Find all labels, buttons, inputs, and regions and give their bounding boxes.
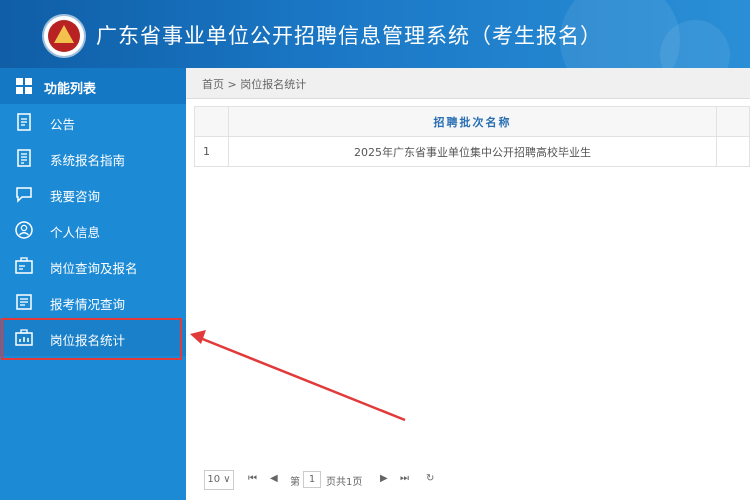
table-cell-extra	[716, 136, 750, 167]
sidebar-heading-label: 功能列表	[44, 82, 97, 97]
sidebar-item-label: 个人信息	[50, 225, 101, 240]
sidebar-item-personal-info[interactable]: 个人信息	[0, 212, 186, 248]
refresh-icon[interactable]: ↻	[426, 473, 434, 484]
person-icon	[15, 221, 33, 239]
sidebar-heading: 功能列表	[0, 68, 186, 104]
table-header-index	[194, 106, 229, 137]
grid-icon	[16, 78, 32, 98]
sidebar-item-job-search[interactable]: 岗位查询及报名	[0, 248, 186, 284]
breadcrumb: 首页 > 岗位报名统计	[186, 68, 750, 99]
page-number-input[interactable]: 1	[303, 471, 321, 488]
sidebar-item-label: 岗位查询及报名	[50, 261, 138, 276]
report-icon	[15, 293, 33, 311]
last-page-icon[interactable]: ⏭	[400, 473, 409, 484]
table-header-batch-name: 招聘批次名称	[228, 106, 717, 137]
emblem-logo	[44, 16, 84, 56]
prev-page-icon[interactable]: ◀	[270, 473, 278, 484]
main-content: 首页 > 岗位报名统计 招聘批次名称 1 2025年广东省事业单位集中公开招聘高…	[186, 68, 750, 500]
page-size-select[interactable]: 10 ∨	[204, 470, 234, 490]
sidebar: 功能列表 公告 系统报名指南 我要咨询 个人信息 岗位查询及报名 报考情况查询 …	[0, 68, 186, 500]
sidebar-item-consult[interactable]: 我要咨询	[0, 176, 186, 212]
next-page-icon[interactable]: ▶	[380, 473, 388, 484]
sidebar-item-label: 系统报名指南	[50, 153, 126, 168]
chat-icon	[15, 185, 33, 203]
sidebar-item-label: 公告	[50, 117, 76, 132]
sidebar-item-label: 我要咨询	[50, 189, 101, 204]
pagination-bar: 10 ∨ ⏮ ◀ 第 1 页共1页 ▶ ⏭ ↻	[186, 468, 750, 492]
highlight-annotation-box	[1, 318, 182, 360]
sidebar-item-announcement[interactable]: 公告	[0, 104, 186, 140]
job-search-icon	[15, 257, 33, 275]
breadcrumb-text: 首页 > 岗位报名统计	[202, 78, 307, 91]
batch-table: 招聘批次名称 1 2025年广东省事业单位集中公开招聘高校毕业生	[194, 106, 750, 167]
sidebar-item-label: 报考情况查询	[50, 297, 126, 312]
table-header-extra	[716, 106, 750, 137]
table-header-row: 招聘批次名称	[194, 106, 750, 137]
app-title: 广东省事业单位公开招聘信息管理系统（考生报名）	[96, 24, 602, 48]
document-icon	[15, 113, 33, 131]
table-row[interactable]: 1 2025年广东省事业单位集中公开招聘高校毕业生	[194, 136, 750, 167]
page-prefix: 第	[290, 477, 300, 488]
table-cell-index: 1	[194, 136, 229, 167]
table-cell-batch-name[interactable]: 2025年广东省事业单位集中公开招聘高校毕业生	[228, 136, 717, 167]
sidebar-item-report-status[interactable]: 报考情况查询	[0, 284, 186, 320]
page-total-text: 页共1页	[326, 477, 363, 488]
sidebar-item-guide[interactable]: 系统报名指南	[0, 140, 186, 176]
first-page-icon[interactable]: ⏮	[248, 473, 257, 484]
app-header: 广东省事业单位公开招聘信息管理系统（考生报名）	[0, 0, 750, 68]
guide-icon	[15, 149, 33, 167]
